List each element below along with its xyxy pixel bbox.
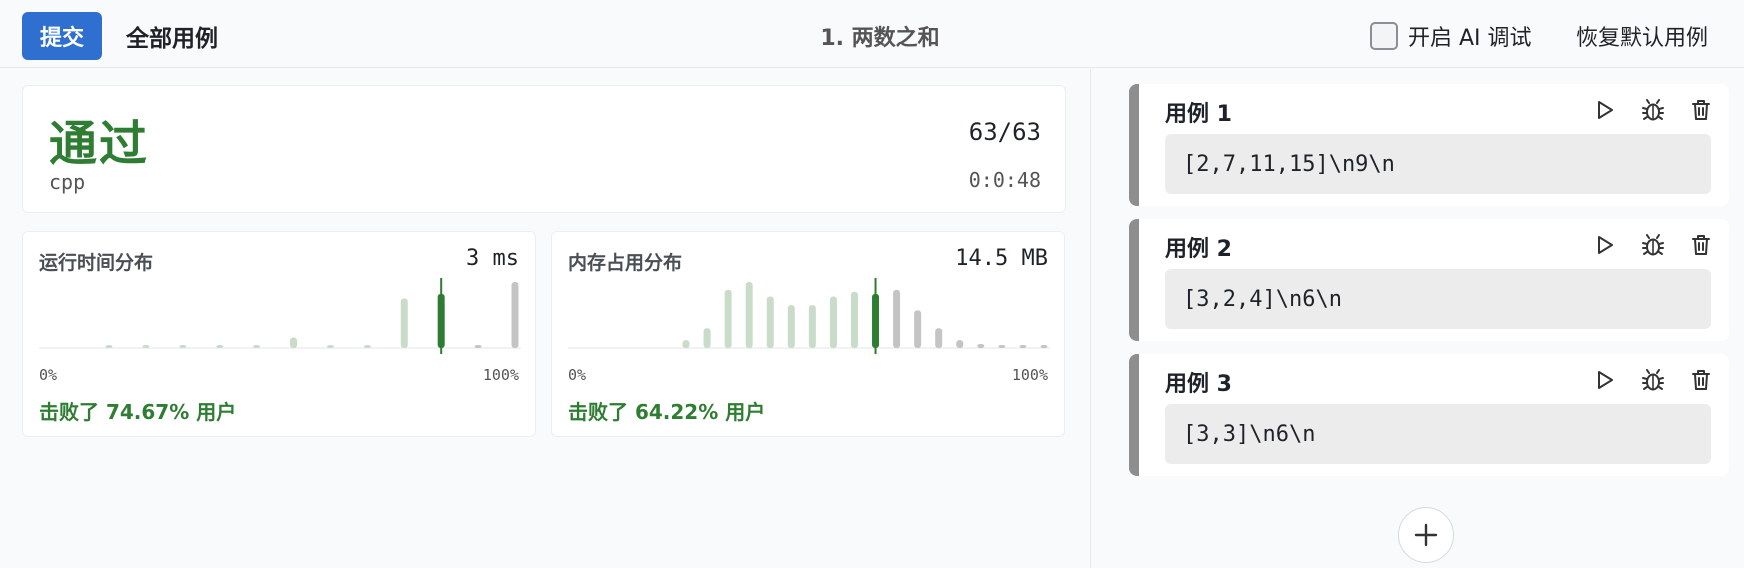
- trash-icon[interactable]: [1685, 364, 1717, 396]
- runtime-histogram: [39, 278, 521, 354]
- play-icon[interactable]: [1589, 364, 1621, 396]
- result-panel: 通过 cpp 63/63 0:0:48 运行时间分布 3 ms 0% 100% …: [0, 69, 1090, 568]
- memory-histogram-bar[interactable]: [956, 340, 964, 348]
- memory-histogram-bar[interactable]: [703, 328, 711, 348]
- memory-histogram-bar[interactable]: [914, 310, 922, 348]
- runtime-value: 3 ms: [466, 246, 519, 271]
- result-language: cpp: [49, 170, 86, 194]
- memory-histogram-bar[interactable]: [1040, 345, 1048, 348]
- reset-cases-button[interactable]: 恢复默认用例: [1576, 12, 1708, 60]
- trash-icon[interactable]: [1685, 229, 1717, 261]
- result-card: 通过 cpp 63/63 0:0:48: [22, 85, 1066, 213]
- runtime-histogram-bar[interactable]: [105, 345, 113, 348]
- test-case-actions: [1589, 364, 1717, 396]
- memory-histogram-bar[interactable]: [935, 328, 943, 348]
- bug-icon[interactable]: [1637, 229, 1669, 261]
- test-case-title: 用例 2: [1165, 237, 1232, 262]
- test-case-actions: [1589, 229, 1717, 261]
- memory-axis-max: 100%: [1011, 366, 1048, 384]
- ai-debug-label: 开启 AI 调试: [1408, 26, 1532, 51]
- test-case-title: 用例 1: [1165, 102, 1232, 127]
- memory-histogram-bar[interactable]: [829, 296, 837, 348]
- plus-icon: [1414, 523, 1438, 547]
- runtime-histogram-bar[interactable]: [326, 345, 334, 348]
- memory-histogram-bar[interactable]: [808, 305, 816, 348]
- test-case-card: 用例 2 [3,2,4]\n6\n: [1129, 219, 1729, 341]
- add-case-button[interactable]: [1398, 507, 1454, 563]
- memory-beat-text: 击败了 64.22% 用户: [568, 400, 766, 424]
- runtime-histogram-bar[interactable]: [142, 345, 150, 348]
- memory-histogram-bar[interactable]: [998, 345, 1006, 348]
- ai-debug-checkbox[interactable]: [1370, 22, 1398, 50]
- runtime-histogram-bar[interactable]: [253, 345, 261, 348]
- memory-value: 14.5 MB: [955, 246, 1048, 271]
- memory-histogram-bar[interactable]: [745, 282, 753, 348]
- all-cases-tab[interactable]: 全部用例: [126, 12, 218, 60]
- memory-histogram-bar[interactable]: [850, 291, 858, 348]
- runtime-histogram-bar[interactable]: [474, 345, 482, 348]
- test-case-card: 用例 3 [3,3]\n6\n: [1129, 354, 1729, 476]
- memory-histogram: [568, 278, 1050, 354]
- memory-title: 内存占用分布: [568, 252, 683, 274]
- result-status: 通过: [49, 116, 150, 172]
- memory-histogram-bar[interactable]: [977, 344, 985, 348]
- runtime-beat-text: 击败了 74.67% 用户: [39, 400, 237, 424]
- memory-distribution-card: 内存占用分布 14.5 MB 0% 100% 击败了 64.22% 用户: [551, 231, 1065, 437]
- runtime-histogram-bar[interactable]: [179, 345, 187, 348]
- memory-histogram-bar[interactable]: [893, 289, 901, 348]
- test-case-input[interactable]: [3,2,4]\n6\n: [1165, 269, 1711, 329]
- play-icon[interactable]: [1589, 94, 1621, 126]
- elapsed-time: 0:0:48: [968, 168, 1041, 192]
- runtime-title: 运行时间分布: [39, 252, 154, 274]
- bug-icon[interactable]: [1637, 364, 1669, 396]
- test-case-input[interactable]: [3,3]\n6\n: [1165, 404, 1711, 464]
- runtime-distribution-card: 运行时间分布 3 ms 0% 100% 击败了 74.67% 用户: [22, 231, 536, 437]
- test-case-card: 用例 1 [2,7,11,15]\n9\n: [1129, 84, 1729, 206]
- runtime-axis-max: 100%: [482, 366, 519, 384]
- test-case-input[interactable]: [2,7,11,15]\n9\n: [1165, 134, 1711, 194]
- runtime-histogram-bar[interactable]: [290, 337, 298, 348]
- memory-histogram-bar[interactable]: [766, 296, 774, 348]
- test-cases-panel: 用例 1 [2,7,11,15]\n9\n 用例 2 [3,2,4]\n6\n …: [1091, 69, 1744, 568]
- submit-button[interactable]: 提交: [22, 12, 102, 60]
- runtime-histogram-bar[interactable]: [216, 345, 224, 348]
- test-case-actions: [1589, 94, 1717, 126]
- memory-histogram-bar[interactable]: [724, 289, 732, 348]
- runtime-histogram-bar[interactable]: [511, 282, 519, 348]
- runtime-histogram-bar[interactable]: [400, 298, 408, 349]
- memory-histogram-bar[interactable]: [1019, 345, 1027, 348]
- memory-histogram-bar[interactable]: [682, 340, 690, 348]
- problem-title: 1. 两数之和: [820, 26, 940, 51]
- trash-icon[interactable]: [1685, 94, 1717, 126]
- passed-count: 63/63: [968, 118, 1041, 146]
- top-bar: 提交 全部用例 1. 两数之和 开启 AI 调试 恢复默认用例: [0, 0, 1744, 68]
- ai-debug-toggle[interactable]: 开启 AI 调试: [1370, 12, 1532, 60]
- memory-histogram-bar[interactable]: [787, 305, 795, 348]
- runtime-histogram-bar[interactable]: [363, 345, 371, 348]
- memory-axis-min: 0%: [568, 366, 587, 384]
- play-icon[interactable]: [1589, 229, 1621, 261]
- bug-icon[interactable]: [1637, 94, 1669, 126]
- runtime-axis-min: 0%: [39, 366, 58, 384]
- test-case-title: 用例 3: [1165, 372, 1232, 397]
